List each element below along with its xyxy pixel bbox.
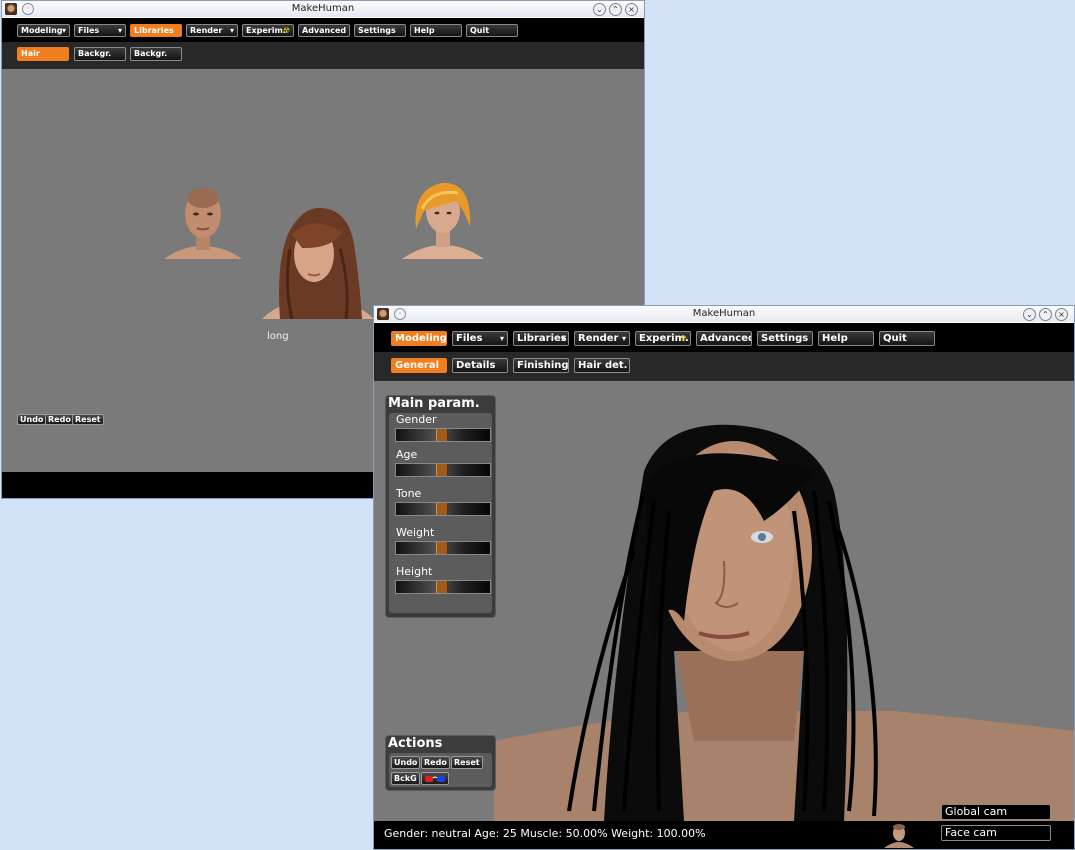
stereo-3d-button[interactable]: [421, 772, 449, 785]
face-cam-thumbnail[interactable]: [884, 822, 914, 848]
main-menu-bar: Modeling Files ▾ Libraries ▾ Render ▾ Exper…: [374, 323, 1074, 352]
weight-slider[interactable]: [395, 541, 491, 555]
menu-libraries[interactable]: Libraries: [130, 24, 182, 37]
maximize-icon[interactable]: ⌃: [1039, 308, 1052, 321]
menu-files[interactable]: Files ▾: [452, 331, 508, 346]
selected-hair-caption: long: [267, 331, 289, 342]
slider-label-weight: Weight: [396, 526, 435, 539]
slider-thumb[interactable]: [436, 503, 448, 515]
pin-icon[interactable]: ·: [22, 3, 34, 15]
dropdown-caret-icon: ▾: [117, 26, 122, 35]
radiation-icon: ☢: [679, 334, 687, 343]
menu-libraries[interactable]: Libraries ▾: [513, 331, 569, 346]
menu-render[interactable]: Render ▾: [186, 24, 238, 37]
slider-thumb[interactable]: [436, 429, 448, 441]
window-title: MakeHuman: [291, 3, 355, 14]
slider-label-gender: Gender: [396, 413, 437, 426]
menu-modeling[interactable]: Modeling ▾: [17, 24, 70, 37]
dropdown-caret-icon: ▾: [621, 334, 626, 343]
actions-panel: Actions Undo Redo Reset BckG: [385, 735, 496, 791]
reset-button[interactable]: Reset: [72, 414, 104, 425]
dropdown-caret-icon: ▾: [61, 26, 66, 35]
sub-tab-bar: Hair Backgr. Backgr.: [2, 42, 644, 69]
menu-advanced[interactable]: Advanced: [696, 331, 752, 346]
tab-hair[interactable]: Hair: [17, 47, 69, 61]
slider-thumb[interactable]: [436, 464, 448, 476]
menu-experimental[interactable]: Experim. ☢: [635, 331, 691, 346]
slider-thumb[interactable]: [436, 581, 448, 593]
panel-title: Actions: [388, 736, 443, 751]
menu-settings[interactable]: Settings: [354, 24, 406, 37]
maximize-icon[interactable]: ⌃: [609, 3, 622, 16]
menu-quit[interactable]: Quit: [466, 24, 518, 37]
dropdown-caret-icon: ▾: [229, 26, 234, 35]
model-viewport[interactable]: Main param. Gender Age Tone Weight Heigh…: [374, 381, 1074, 821]
slider-thumb[interactable]: [436, 542, 448, 554]
close-icon[interactable]: ×: [1055, 308, 1068, 321]
anaglyph-glasses-icon: [425, 776, 445, 782]
height-slider[interactable]: [395, 580, 491, 594]
tab-details[interactable]: Details: [452, 358, 508, 373]
face-cam-button[interactable]: Face cam: [941, 825, 1051, 841]
reset-button[interactable]: Reset: [451, 756, 483, 769]
sub-tab-bar: General Details Finishing Hair det.: [374, 352, 1074, 381]
menu-settings[interactable]: Settings: [757, 331, 813, 346]
tab-hair-details[interactable]: Hair det.: [574, 358, 630, 373]
global-cam-button[interactable]: Global cam: [941, 804, 1051, 820]
window-title: MakeHuman: [692, 308, 756, 319]
sliders-container: Gender Age Tone Weight Height: [389, 413, 492, 613]
main-menu-bar: Modeling ▾ Files ▾ Libraries Render ▾ Exper…: [2, 18, 644, 42]
age-slider[interactable]: [395, 463, 491, 477]
app-icon[interactable]: [5, 3, 17, 15]
menu-files[interactable]: Files ▾: [74, 24, 126, 37]
minimize-icon[interactable]: ⌄: [1023, 308, 1036, 321]
menu-render[interactable]: Render ▾: [574, 331, 630, 346]
menu-help[interactable]: Help: [410, 24, 462, 37]
human-model-render[interactable]: [494, 411, 1074, 821]
tone-slider[interactable]: [395, 502, 491, 516]
slider-label-tone: Tone: [396, 487, 422, 500]
tab-background-2[interactable]: Backgr.: [130, 47, 182, 61]
tab-background[interactable]: Backgr.: [74, 47, 126, 61]
menu-modeling[interactable]: Modeling: [391, 331, 447, 346]
dropdown-caret-icon: ▾: [560, 334, 565, 343]
slider-label-age: Age: [396, 448, 418, 461]
radiation-icon: ☢: [282, 26, 290, 35]
tab-general[interactable]: General: [391, 358, 447, 373]
redo-button[interactable]: Redo: [45, 414, 74, 425]
menu-help[interactable]: Help: [818, 331, 874, 346]
background-button[interactable]: BckG: [391, 772, 420, 785]
dropdown-caret-icon: ▾: [499, 334, 504, 343]
tab-finishing[interactable]: Finishing: [513, 358, 569, 373]
hair-thumbnail-short-blonde[interactable]: [402, 179, 484, 259]
makehuman-window-modeling: · MakeHuman ⌄ ⌃ × Modeling Files ▾ Librar…: [373, 305, 1075, 850]
undo-button[interactable]: Undo: [391, 756, 421, 769]
hair-thumbnail-bald[interactable]: [162, 184, 244, 260]
menu-experimental[interactable]: Experim. ☢: [242, 24, 294, 37]
app-icon[interactable]: [377, 308, 389, 320]
window-titlebar[interactable]: · MakeHuman ⌄ ⌃ ×: [2, 1, 644, 17]
menu-quit[interactable]: Quit: [879, 331, 935, 346]
window-titlebar[interactable]: · MakeHuman ⌄ ⌃ ×: [374, 306, 1074, 322]
actions-container: Undo Redo Reset BckG: [389, 753, 492, 787]
redo-button[interactable]: Redo: [421, 756, 450, 769]
hair-thumbnail-long[interactable]: [262, 204, 374, 319]
main-params-panel: Main param. Gender Age Tone Weight Heigh…: [385, 395, 496, 618]
status-text: Gender: neutral Age: 25 Muscle: 50.00% W…: [384, 827, 706, 840]
gender-slider[interactable]: [395, 428, 491, 442]
minimize-icon[interactable]: ⌄: [593, 3, 606, 16]
slider-label-height: Height: [396, 565, 433, 578]
close-icon[interactable]: ×: [625, 3, 638, 16]
undo-button[interactable]: Undo: [17, 414, 47, 425]
pin-icon[interactable]: ·: [394, 308, 406, 320]
panel-title: Main param.: [388, 396, 480, 411]
menu-advanced[interactable]: Advanced: [298, 24, 350, 37]
